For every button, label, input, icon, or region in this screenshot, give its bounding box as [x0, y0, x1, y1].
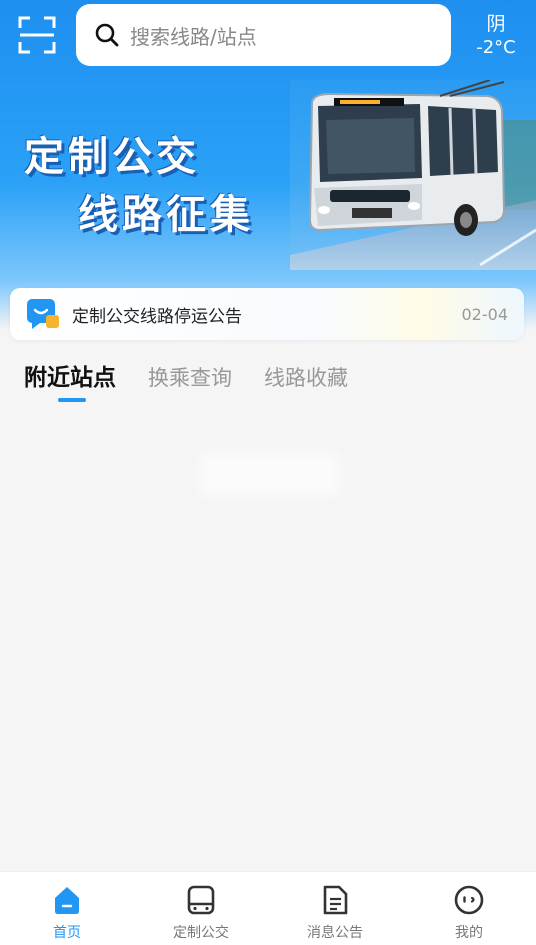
nav-label: 定制公交 — [173, 925, 229, 941]
nav-item-custom-bus[interactable]: 定制公交 — [134, 872, 268, 945]
message-icon — [27, 299, 59, 329]
banner-title-line2: 线路征集 — [78, 192, 254, 238]
weather-temperature: -2°C — [476, 37, 516, 58]
nav-label: 首页 — [53, 925, 81, 941]
nav-item-home[interactable]: 首页 — [0, 872, 134, 945]
bottom-navigation: 首页 定制公交 消息公告 我的 — [0, 871, 536, 945]
profile-icon — [454, 885, 484, 915]
header-banner-area: 搜索线路/站点 阴 -2°C 定制公交 线路征集 — [0, 0, 536, 330]
tab-label: 附近站点 — [24, 365, 116, 391]
notice-title: 定制公交线路停运公告 — [72, 306, 242, 327]
search-placeholder: 搜索线路/站点 — [130, 24, 257, 49]
tab-label: 线路收藏 — [264, 366, 348, 390]
active-tab-indicator — [58, 398, 86, 402]
loading-placeholder — [200, 452, 340, 496]
notice-date: 02-04 — [461, 304, 509, 324]
weather-widget: 阴 -2°C — [468, 12, 524, 60]
search-input[interactable]: 搜索线路/站点 — [76, 4, 451, 66]
weather-condition: 阴 — [486, 13, 506, 35]
home-icon — [55, 887, 79, 914]
bus-image — [290, 80, 536, 270]
nav-label: 我的 — [455, 925, 483, 941]
notice-bar[interactable]: 定制公交线路停运公告 02-04 — [10, 288, 524, 340]
tab-nearby-stations[interactable]: 附近站点 — [24, 362, 116, 402]
tab-label: 换乘查询 — [148, 366, 232, 390]
tab-transfer-query[interactable]: 换乘查询 — [148, 362, 232, 402]
content-tabs: 附近站点 换乘查询 线路收藏 — [24, 362, 380, 406]
banner-title-line1: 定制公交 — [24, 134, 200, 180]
document-icon — [323, 885, 348, 915]
bus-icon — [187, 885, 215, 915]
nav-item-announcements[interactable]: 消息公告 — [268, 872, 402, 945]
nav-item-profile[interactable]: 我的 — [402, 872, 536, 945]
search-icon — [95, 23, 119, 47]
scan-icon[interactable] — [18, 16, 56, 54]
nav-label: 消息公告 — [307, 925, 363, 941]
tab-route-favorites[interactable]: 线路收藏 — [264, 362, 348, 402]
